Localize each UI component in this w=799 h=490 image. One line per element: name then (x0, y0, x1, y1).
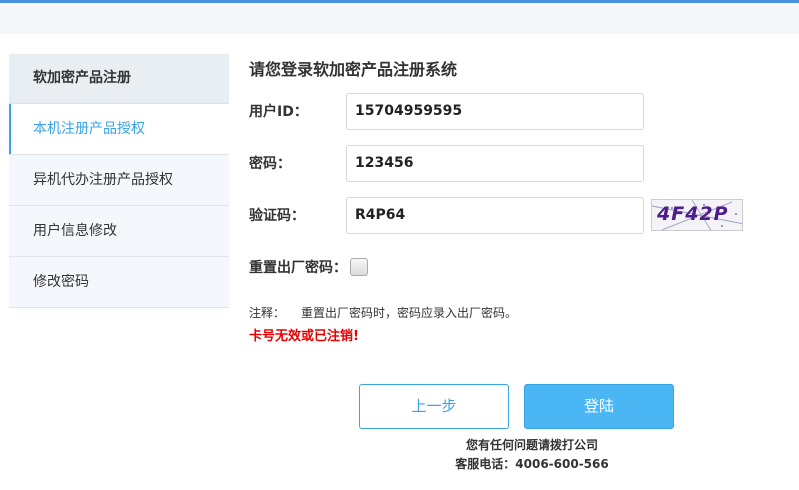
reset-checkbox[interactable] (350, 258, 368, 276)
prev-button[interactable]: 上一步 (359, 384, 509, 429)
page-title: 请您登录软加密产品注册系统 (249, 60, 458, 79)
user-id-row: 用户ID： (249, 92, 644, 130)
sidebar-header: 软加密产品注册 (9, 54, 229, 104)
note: 注释： 重置出厂密码时，密码应录入出厂密码。 (249, 304, 517, 321)
password-label: 密码： (249, 156, 291, 172)
note-text: 重置出厂密码时，密码应录入出厂密码。 (301, 306, 518, 320)
sidebar-item-user-info[interactable]: 用户信息修改 (9, 206, 229, 257)
captcha-label: 验证码： (249, 208, 305, 224)
captcha-code: 4F42P (657, 203, 729, 225)
captcha-row: 验证码： 4F42P (249, 196, 743, 234)
user-id-input[interactable] (346, 92, 644, 130)
user-id-label: 用户ID： (249, 104, 308, 120)
password-row: 密码： (249, 144, 644, 182)
error-message: 卡号无效或已注销! (249, 329, 359, 344)
password-input[interactable] (346, 144, 644, 182)
captcha-image[interactable]: 4F42P (651, 199, 743, 231)
sidebar-item-remote-register[interactable]: 异机代办注册产品授权 (9, 155, 229, 206)
sidebar: 软加密产品注册 本机注册产品授权 异机代办注册产品授权 用户信息修改 修改密码 (9, 54, 229, 308)
sidebar-item-change-password[interactable]: 修改密码 (9, 257, 229, 308)
login-button[interactable]: 登陆 (524, 384, 674, 429)
top-bar (0, 0, 799, 34)
reset-label: 重置出厂密码： (249, 260, 347, 276)
contact-line1: 您有任何问题请拨打公司 (465, 438, 598, 452)
reset-row: 重置出厂密码： (249, 257, 368, 277)
captcha-input[interactable] (346, 196, 644, 234)
sidebar-item-local-register[interactable]: 本机注册产品授权 (9, 104, 229, 155)
contact-line2: 客服电话：4006-600-566 (455, 457, 609, 471)
note-key: 注释： (249, 306, 286, 320)
